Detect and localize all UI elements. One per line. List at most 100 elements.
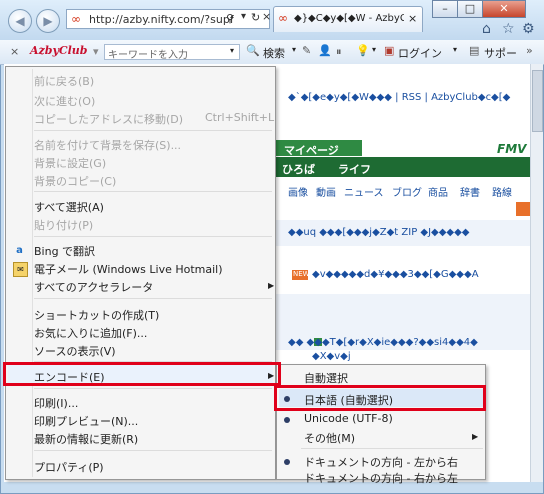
menu-print[interactable]: 印刷(I)...	[34, 395, 78, 411]
menu-select-all[interactable]: すべて選択(A)	[34, 199, 104, 215]
search-icon[interactable]: ⚲	[226, 12, 234, 25]
submenu-separator	[301, 448, 483, 449]
menu-separator	[34, 236, 272, 237]
garbled-line-4[interactable]: ◆X◆v◆j	[312, 351, 351, 362]
toolbar-overflow-icon[interactable]: »	[526, 44, 533, 57]
menu-set-background[interactable]: 背景に設定(G)	[34, 155, 106, 171]
menu-gutter	[32, 69, 33, 477]
toolbar-support-button[interactable]: サポー	[484, 45, 517, 61]
menu-create-shortcut[interactable]: ショートカットの作成(T)	[34, 307, 159, 323]
site-favicon-icon: ∞	[71, 12, 81, 26]
pause-icon[interactable]: ⏸	[336, 45, 342, 59]
menu-separator	[34, 388, 272, 389]
menu-copy-background[interactable]: 背景のコピー(C)	[34, 173, 116, 189]
nav-link[interactable]: 商品	[428, 184, 448, 199]
highlight-encode	[3, 362, 281, 386]
garbled-line-3[interactable]: ◆◆ ◆◆◆T◆[◆r◆X◆ie◆◆◆?◆◆si4◆◆4◆	[288, 337, 478, 348]
submenu-auto-select[interactable]: 自動選択	[304, 370, 348, 386]
submenu-arrow-icon: ▶	[268, 281, 275, 290]
menu-separator	[34, 191, 272, 192]
address-bar[interactable]: ∞ http://azby.nifty.com/?supf	[66, 9, 270, 29]
email-icon: ✉	[13, 262, 28, 277]
toolbar-search-icon: 🔍	[246, 44, 260, 57]
nav-link[interactable]: ブログ	[392, 184, 422, 199]
forward-arrow-icon: ▶	[43, 14, 53, 28]
menu-separator	[34, 130, 272, 131]
nav-link[interactable]: 動画	[316, 184, 336, 199]
context-menu: 前に戻る(B) 次に進む(O) コピーしたアドレスに移動(D) Ctrl+Shi…	[5, 66, 276, 480]
nav-link[interactable]: 画像	[288, 184, 308, 199]
menu-forward[interactable]: 次に進む(O)	[34, 93, 95, 109]
search-dropdown-icon[interactable]: ▾	[230, 46, 234, 55]
tools-gear-icon[interactable]: ⚙	[522, 21, 535, 37]
tab-life[interactable]: ライフ	[338, 161, 371, 177]
rss-line[interactable]: ◆`◆[◆e◆y◆[◆W◆◆◆ | RSS | AzbyClub◆c◆[◆	[288, 92, 510, 103]
menu-view-source[interactable]: ソースの表示(V)	[34, 343, 116, 359]
submenu-direction-rtl[interactable]: ドキュメントの方向 - 右から左	[304, 470, 458, 486]
orange-block	[516, 202, 530, 216]
garbled-line-2[interactable]: ◆v◆◆◆◆◆d◆¥◆◆◆3◆◆[◆G◆◆◆A	[312, 269, 479, 280]
back-button[interactable]: ◀	[8, 9, 32, 33]
menu-back[interactable]: 前に戻る(B)	[34, 73, 94, 89]
minimize-button[interactable]: –	[432, 0, 458, 18]
toolbar-search-placeholder: キーワードを入力	[108, 50, 188, 61]
address-text: http://azby.nifty.com/?supf	[89, 13, 234, 26]
login-icon: ▣	[384, 44, 395, 57]
lightbulb-icon[interactable]: 💡	[356, 44, 370, 57]
nav-link[interactable]: 路線	[492, 184, 512, 199]
menu-shortcut: Ctrl+Shift+L	[205, 111, 275, 124]
menu-print-preview[interactable]: 印刷プレビュー(N)...	[34, 413, 138, 429]
nav-link[interactable]: ニュース	[344, 184, 384, 199]
stop-icon[interactable]: ×	[262, 10, 271, 23]
forward-button[interactable]: ▶	[36, 9, 60, 33]
radio-selected-icon	[284, 459, 290, 465]
toolbar-search-button[interactable]: 検索	[263, 45, 285, 61]
person-icon[interactable]: 👤	[318, 44, 332, 57]
highlight-japanese-auto	[274, 385, 486, 411]
toolbar-login-button[interactable]: ログイン	[398, 45, 442, 61]
nav-link[interactable]: 辞書	[460, 184, 480, 199]
toolbar-brand: AzbyClub	[30, 44, 88, 57]
toolbar-search-input[interactable]: キーワードを入力	[104, 44, 240, 61]
browser-tab[interactable]: ∞ ◆}◆C◆y◆[◆W - AzbyClub... ×	[273, 6, 423, 32]
vertical-scrollbar[interactable]	[530, 64, 543, 482]
scroll-thumb[interactable]	[532, 70, 543, 132]
menu-add-favorites[interactable]: お気に入りに追加(F)...	[34, 325, 147, 341]
menu-email-hotmail[interactable]: 電子メール (Windows Live Hotmail)	[34, 261, 223, 277]
menu-all-accelerators[interactable]: すべてのアクセラレータ	[34, 279, 153, 295]
menu-separator	[34, 298, 272, 299]
encoding-submenu: 自動選択 日本語 (自動選択) Unicode (UTF-8) その他(M) ▶…	[276, 364, 486, 485]
new-badge-text: NEW	[293, 270, 310, 278]
menu-go-to-copied-address[interactable]: コピーしたアドレスに移動(D)	[34, 111, 183, 127]
garbled-line-1[interactable]: ◆◆uq ◆◆◆[◆◆◆j◆Z◆t ZIP ◆J◆◆◆◆◆	[288, 227, 470, 238]
home-icon[interactable]: ⌂	[482, 21, 491, 37]
submenu-other[interactable]: その他(M)	[304, 430, 355, 446]
radio-selected-icon	[284, 417, 290, 423]
menu-paste[interactable]: 貼り付け(P)	[34, 217, 93, 233]
menu-bing-translate[interactable]: Bing で翻訳	[34, 243, 95, 259]
favorites-star-icon[interactable]: ☆	[502, 21, 515, 37]
support-icon: ▤	[469, 44, 480, 57]
toolbar-dropdown-icon[interactable]: ▾	[93, 45, 99, 58]
tab-mypage[interactable]: マイページ	[284, 142, 339, 158]
menu-separator	[34, 450, 272, 451]
maximize-button[interactable]: □	[457, 0, 483, 18]
dropdown-icon[interactable]: ▾	[241, 11, 246, 22]
tab-title: ◆}◆C◆y◆[◆W - AzbyClub...	[294, 13, 404, 24]
menu-properties[interactable]: プロパティ(P)	[34, 459, 104, 475]
refresh-icon[interactable]: ↻	[251, 11, 260, 24]
submenu-direction-ltr[interactable]: ドキュメントの方向 - 左から右	[304, 454, 458, 470]
tab-close-icon[interactable]: ×	[408, 12, 417, 25]
login-dropdown-icon: ▾	[453, 45, 458, 54]
submenu-unicode-utf8[interactable]: Unicode (UTF-8)	[304, 412, 393, 425]
search-nav-links: 画像 動画 ニュース ブログ 商品 辞書 路線	[276, 180, 530, 200]
menu-refresh[interactable]: 最新の情報に更新(R)	[34, 431, 138, 447]
tab-hiroba[interactable]: ひろば	[282, 161, 315, 177]
pencil-icon[interactable]: ✎	[302, 44, 311, 57]
toolbar-close-icon[interactable]: ×	[10, 45, 19, 58]
back-arrow-icon: ◀	[15, 14, 25, 28]
tab-favicon-icon: ∞	[278, 11, 288, 25]
menu-save-background[interactable]: 名前を付けて背景を保存(S)...	[34, 137, 181, 153]
close-window-button[interactable]: ✕	[482, 0, 526, 18]
bing-translate-icon: a	[16, 245, 23, 256]
